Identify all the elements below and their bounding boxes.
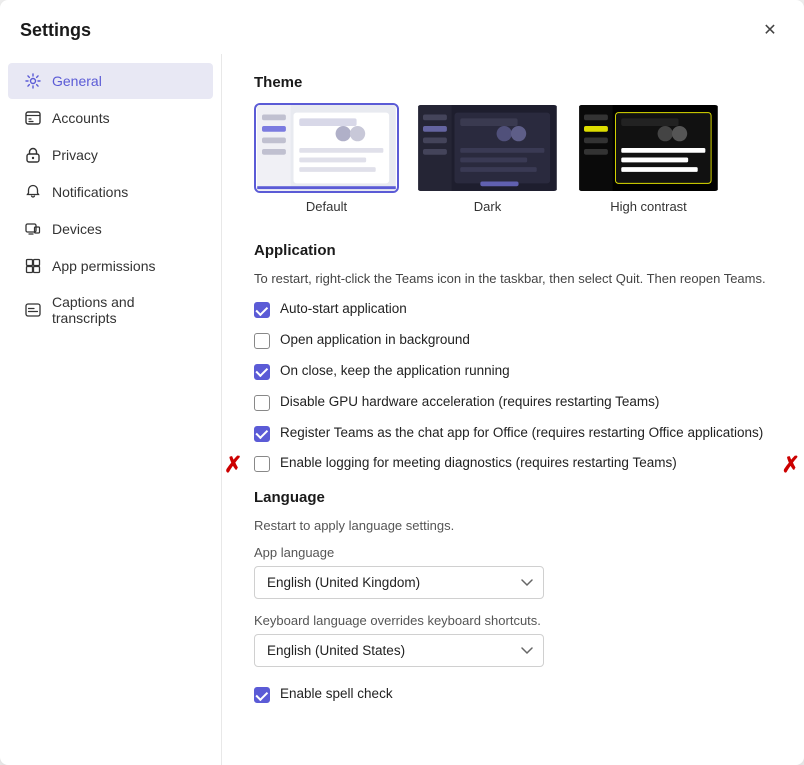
- theme-preview-default: [254, 103, 399, 193]
- red-x-right: ✗: [782, 452, 800, 478]
- theme-preview-high-contrast: [576, 103, 721, 193]
- checkbox-auto-start-label[interactable]: Auto-start application: [280, 300, 407, 319]
- theme-row: Default: [254, 103, 772, 214]
- checkbox-auto-start-row: Auto-start application: [254, 300, 772, 319]
- sidebar-item-app-permissions-label: App permissions: [52, 258, 156, 274]
- language-section: Language Restart to apply language setti…: [254, 489, 772, 704]
- theme-preview-dark: [415, 103, 560, 193]
- language-restart-note: Restart to apply language settings.: [254, 518, 772, 533]
- checkbox-keep-running[interactable]: [254, 364, 270, 380]
- settings-window: Settings ✕ General: [0, 0, 804, 765]
- sidebar-item-captions-label: Captions and transcripts: [52, 294, 197, 326]
- sidebar: General Accounts: [0, 54, 222, 765]
- theme-section-title: Theme: [254, 74, 772, 91]
- checkbox-auto-start[interactable]: [254, 302, 270, 318]
- checkbox-register-chat-row: Register Teams as the chat app for Offic…: [254, 424, 772, 443]
- checkbox-enable-logging[interactable]: [254, 456, 270, 472]
- checkbox-spell-check-label[interactable]: Enable spell check: [280, 685, 393, 704]
- app-language-select[interactable]: English (United Kingdom) English (United…: [254, 566, 544, 599]
- checkbox-disable-gpu-row: Disable GPU hardware acceleration (requi…: [254, 393, 772, 412]
- sidebar-item-general-label: General: [52, 73, 102, 89]
- checkbox-disable-gpu-label[interactable]: Disable GPU hardware acceleration (requi…: [280, 393, 659, 412]
- sidebar-item-general[interactable]: General: [8, 63, 213, 99]
- sidebar-item-notifications-label: Notifications: [52, 184, 128, 200]
- checkbox-open-background[interactable]: [254, 333, 270, 349]
- sidebar-item-app-permissions[interactable]: App permissions: [8, 248, 213, 284]
- keyboard-language-note: Keyboard language overrides keyboard sho…: [254, 613, 772, 628]
- checkbox-register-chat[interactable]: [254, 426, 270, 442]
- checkbox-keep-running-row: On close, keep the application running: [254, 362, 772, 381]
- theme-label-default: Default: [306, 199, 347, 214]
- application-section-title: Application: [254, 242, 772, 259]
- window-header: Settings ✕: [0, 0, 804, 54]
- application-description: To restart, right-click the Teams icon i…: [254, 271, 772, 286]
- checkbox-spell-check[interactable]: [254, 687, 270, 703]
- lock-icon: [24, 146, 42, 164]
- checkbox-keep-running-label[interactable]: On close, keep the application running: [280, 362, 510, 381]
- main-content: Theme: [222, 54, 804, 765]
- sidebar-item-accounts-label: Accounts: [52, 110, 110, 126]
- checkbox-spell-check-row: Enable spell check: [254, 685, 772, 704]
- checkbox-enable-logging-label[interactable]: Enable logging for meeting diagnostics (…: [280, 454, 677, 473]
- checkbox-open-background-label[interactable]: Open application in background: [280, 331, 470, 350]
- language-section-title: Language: [254, 489, 772, 506]
- sidebar-item-accounts[interactable]: Accounts: [8, 100, 213, 136]
- bell-icon: [24, 183, 42, 201]
- keyboard-language-select[interactable]: English (United States) English (United …: [254, 634, 544, 667]
- sidebar-item-privacy[interactable]: Privacy: [8, 137, 213, 173]
- appperm-icon: [24, 257, 42, 275]
- app-language-label: App language: [254, 545, 772, 560]
- checkbox-disable-gpu[interactable]: [254, 395, 270, 411]
- theme-card-dark[interactable]: Dark: [415, 103, 560, 214]
- gear-icon: [24, 72, 42, 90]
- theme-card-high-contrast[interactable]: High contrast: [576, 103, 721, 214]
- sidebar-item-devices-label: Devices: [52, 221, 102, 237]
- sidebar-item-captions[interactable]: Captions and transcripts: [8, 285, 213, 335]
- sidebar-item-privacy-label: Privacy: [52, 147, 98, 163]
- window-body: General Accounts: [0, 54, 804, 765]
- theme-card-default[interactable]: Default: [254, 103, 399, 214]
- red-x-left: ✗: [224, 452, 242, 478]
- theme-label-high-contrast: High contrast: [610, 199, 687, 214]
- checkbox-enable-logging-row: ✗ Enable logging for meeting diagnostics…: [254, 454, 772, 473]
- close-button[interactable]: ✕: [756, 16, 784, 44]
- captions-icon: [24, 301, 42, 319]
- checkbox-open-background-row: Open application in background: [254, 331, 772, 350]
- devices-icon: [24, 220, 42, 238]
- accounts-icon: [24, 109, 42, 127]
- window-title: Settings: [20, 20, 91, 41]
- theme-label-dark: Dark: [474, 199, 501, 214]
- sidebar-item-notifications[interactable]: Notifications: [8, 174, 213, 210]
- checkbox-register-chat-label[interactable]: Register Teams as the chat app for Offic…: [280, 424, 763, 443]
- sidebar-item-devices[interactable]: Devices: [8, 211, 213, 247]
